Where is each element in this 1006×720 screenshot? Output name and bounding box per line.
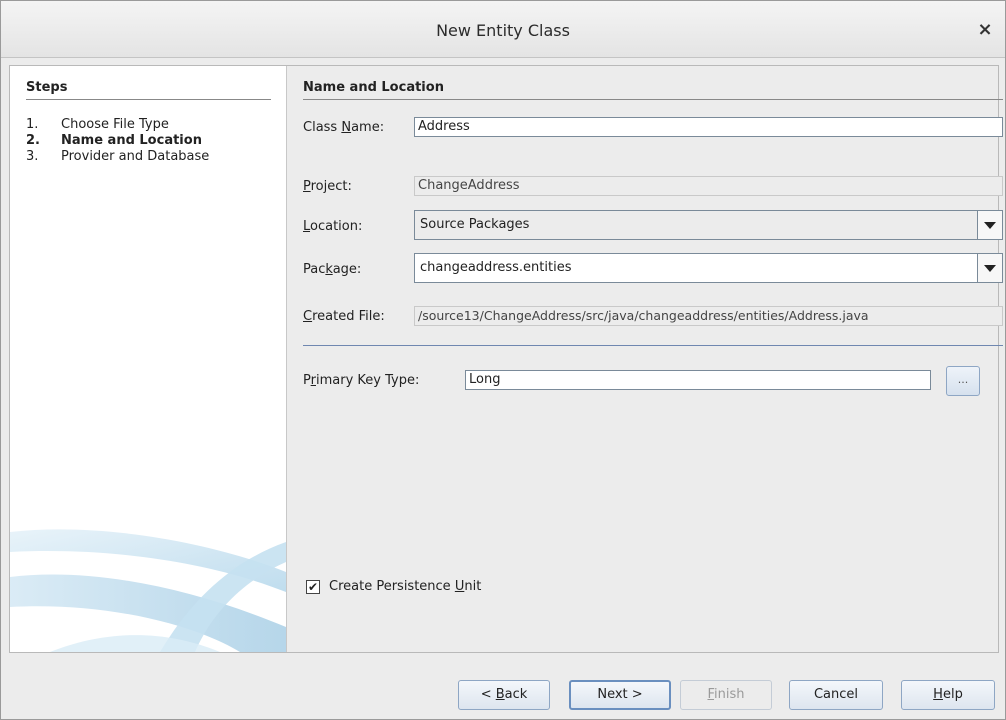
class-name-label: Class Name: — [303, 120, 385, 135]
step-item: 3. Provider and Database — [26, 149, 276, 165]
help-button[interactable]: Help — [901, 680, 995, 710]
step-label: Name and Location — [61, 133, 202, 148]
steps-list: 1. Choose File Type 2. Name and Location 3… — [26, 117, 276, 165]
checkmark-icon[interactable]: ✔ — [306, 580, 320, 594]
steps-title: Steps — [26, 80, 271, 100]
separator — [303, 345, 1003, 346]
form-panel: Name and Location Class Name: Address Pr… — [287, 66, 1003, 652]
class-name-input[interactable]: Address — [414, 117, 1003, 137]
step-number: 2. — [26, 133, 40, 148]
package-combo[interactable]: changeaddress.entities — [414, 253, 1003, 283]
step-number: 1. — [26, 117, 39, 132]
step-label: Provider and Database — [61, 149, 210, 164]
location-select[interactable]: Source Packages — [414, 210, 1003, 240]
finish-button[interactable]: Finish — [680, 680, 772, 710]
created-file-field: /source13/ChangeAddress/src/java/changea… — [414, 306, 1003, 326]
next-button[interactable]: Next > — [569, 680, 671, 710]
back-button[interactable]: < Back — [458, 680, 550, 710]
step-number: 3. — [26, 149, 39, 164]
chevron-down-icon[interactable] — [977, 254, 1002, 282]
decorative-swoosh-image — [10, 529, 286, 652]
location-value: Source Packages — [420, 217, 530, 232]
primary-key-input[interactable]: Long — [465, 370, 931, 390]
browse-button[interactable]: ... — [946, 366, 980, 396]
package-value: changeaddress.entities — [420, 260, 572, 275]
dialog-title: New Entity Class — [436, 21, 570, 40]
section-title: Name and Location — [303, 80, 1003, 100]
steps-panel: Steps 1. Choose File Type 2. Name and Loca… — [10, 66, 287, 652]
close-icon[interactable]: × — [977, 21, 993, 39]
project-field: ChangeAddress — [414, 176, 1003, 196]
step-item: 1. Choose File Type — [26, 117, 276, 133]
location-label: Location: — [303, 219, 363, 234]
cancel-button[interactable]: Cancel — [789, 680, 883, 710]
step-item-current: 2. Name and Location — [26, 133, 276, 149]
dialog-window: New Entity Class × Steps 1. Choose File T… — [0, 0, 1006, 720]
primary-key-label: Primary Key Type: — [303, 373, 420, 388]
project-label: Project: — [303, 179, 352, 194]
created-file-label: Created File: — [303, 309, 385, 324]
chevron-down-icon[interactable] — [977, 211, 1002, 239]
title-bar: New Entity Class × — [1, 1, 1005, 58]
step-label: Choose File Type — [61, 117, 169, 132]
package-label: Package: — [303, 262, 362, 277]
button-bar: < Back Next > Finish Cancel Help — [1, 652, 1005, 719]
persistence-unit-label[interactable]: Create Persistence Unit — [329, 579, 481, 594]
dialog-content: Steps 1. Choose File Type 2. Name and Loca… — [9, 65, 1003, 653]
